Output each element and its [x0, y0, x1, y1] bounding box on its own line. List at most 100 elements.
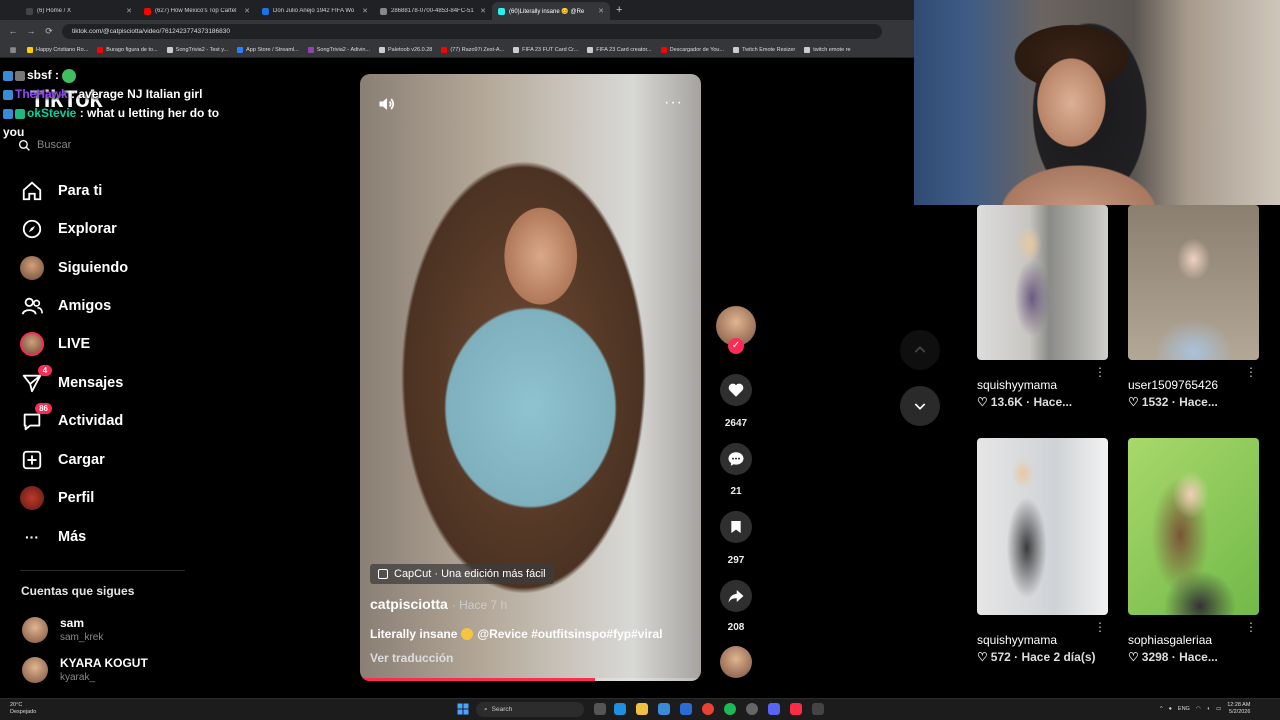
notification-badge: 86: [35, 403, 52, 414]
close-icon[interactable]: ✕: [362, 7, 368, 15]
back-arrow-icon[interactable]: ←: [8, 26, 18, 36]
browser-tab[interactable]: (627) How Mexico's Top Cartel ✕: [138, 2, 256, 20]
file-explorer-icon[interactable]: [636, 703, 648, 715]
sidebar-item-actividad[interactable]: 86 Actividad: [20, 403, 123, 435]
recommended-video[interactable]: squishyymama ♡ 572 · Hace 2 día(s) ⋮: [977, 438, 1108, 664]
browser-tab[interactable]: (6) Home / X ✕: [20, 2, 138, 20]
url-field[interactable]: tiktok.com/@catpisciotta/video/761242377…: [62, 23, 882, 39]
weather-widget[interactable]: 20°C Despejado: [10, 702, 36, 716]
sidebar-item-cargar[interactable]: Cargar: [20, 446, 105, 474]
more-options-icon[interactable]: ⋮: [1245, 620, 1257, 634]
bookmark[interactable]: SongTrivia2 - Adivin...: [307, 46, 370, 53]
video-progress-bar[interactable]: [360, 678, 701, 681]
bookmark[interactable]: (77) Razo97i Zest-A...: [441, 46, 504, 53]
close-icon[interactable]: ✕: [480, 7, 486, 15]
obs-icon[interactable]: [746, 703, 758, 715]
like-button[interactable]: [720, 374, 752, 406]
bookmark[interactable]: FIFA 23 FUT Card Cr...: [513, 46, 578, 53]
edge-icon[interactable]: [614, 703, 626, 715]
see-translation-link[interactable]: Ver traducción: [370, 651, 453, 665]
video-progress-fill: [360, 678, 596, 681]
more-options-icon[interactable]: ···: [664, 94, 683, 112]
store-icon[interactable]: [658, 703, 670, 715]
browser-tab[interactable]: 28688178-0700-4853-84FC-51 ✕: [374, 2, 492, 20]
apps-grid-icon[interactable]: ▦: [8, 46, 18, 54]
recommended-video[interactable]: sophiasgaleriaa ♡ 3298 · Hace... ⋮: [1128, 438, 1259, 664]
new-tab-button[interactable]: +: [616, 4, 622, 16]
music-icon[interactable]: [790, 703, 802, 715]
chevron-up-icon[interactable]: ^: [1160, 706, 1163, 712]
recommended-video[interactable]: squishyymama ♡ 13.6K · Hace... ⋮: [977, 205, 1108, 409]
speaker-icon[interactable]: ◖: [1207, 706, 1210, 712]
recommended-meta: 13.6K · Hace...: [990, 395, 1073, 409]
follow-check-icon[interactable]: ✓: [728, 338, 744, 354]
bookmark[interactable]: Paletoob v26.0.28: [379, 46, 432, 53]
comment-button[interactable]: [720, 443, 752, 475]
sidebar-item-mas[interactable]: ··· Más: [20, 523, 86, 551]
sound-disc-icon[interactable]: [720, 646, 752, 678]
language-indicator[interactable]: ENG: [1178, 706, 1190, 712]
wifi-icon[interactable]: ◠: [1196, 706, 1201, 712]
more-options-icon[interactable]: ⋮: [1094, 365, 1106, 379]
previous-video-button[interactable]: [900, 330, 940, 370]
account-name: KYARA KOGUT: [60, 656, 148, 670]
chat-text: average NJ Italian girl: [78, 87, 203, 101]
sidebar-item-siguiendo[interactable]: Siguiendo: [20, 254, 128, 282]
volume-icon[interactable]: [376, 94, 398, 114]
followed-account[interactable]: KYARA KOGUT kyarak_: [22, 656, 148, 683]
task-view-icon[interactable]: [594, 703, 606, 715]
weather-desc: Despejado: [10, 709, 37, 715]
followed-account[interactable]: sam sam_krek: [22, 616, 103, 643]
forward-arrow-icon[interactable]: →: [26, 26, 36, 36]
mic-icon[interactable]: ●: [1169, 706, 1172, 712]
sidebar-item-explorar[interactable]: Explorar: [20, 215, 117, 243]
app-icon[interactable]: [812, 703, 824, 715]
taskbar-search[interactable]: ⌕ Search: [476, 702, 584, 717]
discord-icon[interactable]: [768, 703, 780, 715]
comment-icon: [728, 452, 744, 466]
bookmark[interactable]: Happy Cristiano Ro...: [27, 46, 88, 53]
close-icon[interactable]: ✕: [244, 7, 250, 15]
sidebar-item-perfil[interactable]: Perfil: [20, 484, 94, 512]
sidebar-item-live[interactable]: LIVE: [20, 330, 90, 358]
next-video-button[interactable]: [900, 386, 940, 426]
mail-icon[interactable]: [680, 703, 692, 715]
chat-badge-icon: [3, 108, 13, 119]
bookmark[interactable]: Burago figura de to...: [97, 46, 158, 53]
chat-username: sbsf: [27, 68, 52, 82]
capcut-label[interactable]: CapCut · Una edición más fácil: [370, 564, 554, 584]
bookmark[interactable]: SongTrivia2 - Test y...: [166, 46, 228, 53]
caption-tags[interactable]: @Revice #outfitsinspo#fyp#viral: [477, 627, 662, 641]
browser-tab[interactable]: Don Julio Anejo 1942 FIFA Wo ✕: [256, 2, 374, 20]
bookmark-favicon-icon: [441, 46, 448, 53]
video-author[interactable]: catpisciotta: [370, 596, 448, 612]
sidebar-item-mensajes[interactable]: 4 Mensajes: [20, 365, 123, 397]
more-options-icon[interactable]: ⋮: [1245, 365, 1257, 379]
account-handle: kyarak_: [60, 672, 96, 683]
video-player[interactable]: ··· CapCut · Una edición más fácil catpi…: [360, 74, 701, 681]
sidebar-item-amigos[interactable]: Amigos: [20, 292, 111, 320]
more-options-icon[interactable]: ⋮: [1094, 620, 1106, 634]
browser-tab-active[interactable]: (60)Literally insane 😊 @Re ✕: [492, 2, 610, 20]
reload-icon[interactable]: ⟳: [44, 26, 54, 37]
bookmark[interactable]: twitch emote re: [804, 46, 851, 53]
close-icon[interactable]: ✕: [126, 7, 132, 15]
chrome-icon[interactable]: [702, 703, 714, 715]
sidebar-item-para-ti[interactable]: Para ti: [20, 177, 102, 205]
emote-icon: [62, 68, 77, 83]
bookmark[interactable]: App Store / Streaml...: [237, 46, 299, 53]
bookmark[interactable]: FIFA 23 Card creator...: [587, 46, 652, 53]
spotify-icon[interactable]: [724, 703, 736, 715]
clock[interactable]: 12:28 AM 5/2/2026: [1227, 702, 1250, 716]
bookmark[interactable]: Descargador de You...: [660, 46, 724, 53]
recommended-video[interactable]: user1509765426 ♡ 1532 · Hace... ⋮: [1128, 205, 1259, 409]
chevron-up-icon: [914, 346, 926, 353]
bookmark[interactable]: Twitch Emote Resizer: [733, 46, 795, 53]
taskbar: 20°C Despejado ⌕ Search ^ ● ENG ◠ ◖ ▭ 12…: [0, 698, 1280, 720]
tab-label: 28688178-0700-4853-84FC-51: [391, 8, 474, 14]
share-button[interactable]: [720, 580, 752, 612]
close-icon[interactable]: ✕: [598, 7, 604, 15]
battery-icon[interactable]: ▭: [1216, 706, 1221, 712]
save-button[interactable]: [720, 511, 752, 543]
windows-start-icon[interactable]: [457, 703, 469, 715]
